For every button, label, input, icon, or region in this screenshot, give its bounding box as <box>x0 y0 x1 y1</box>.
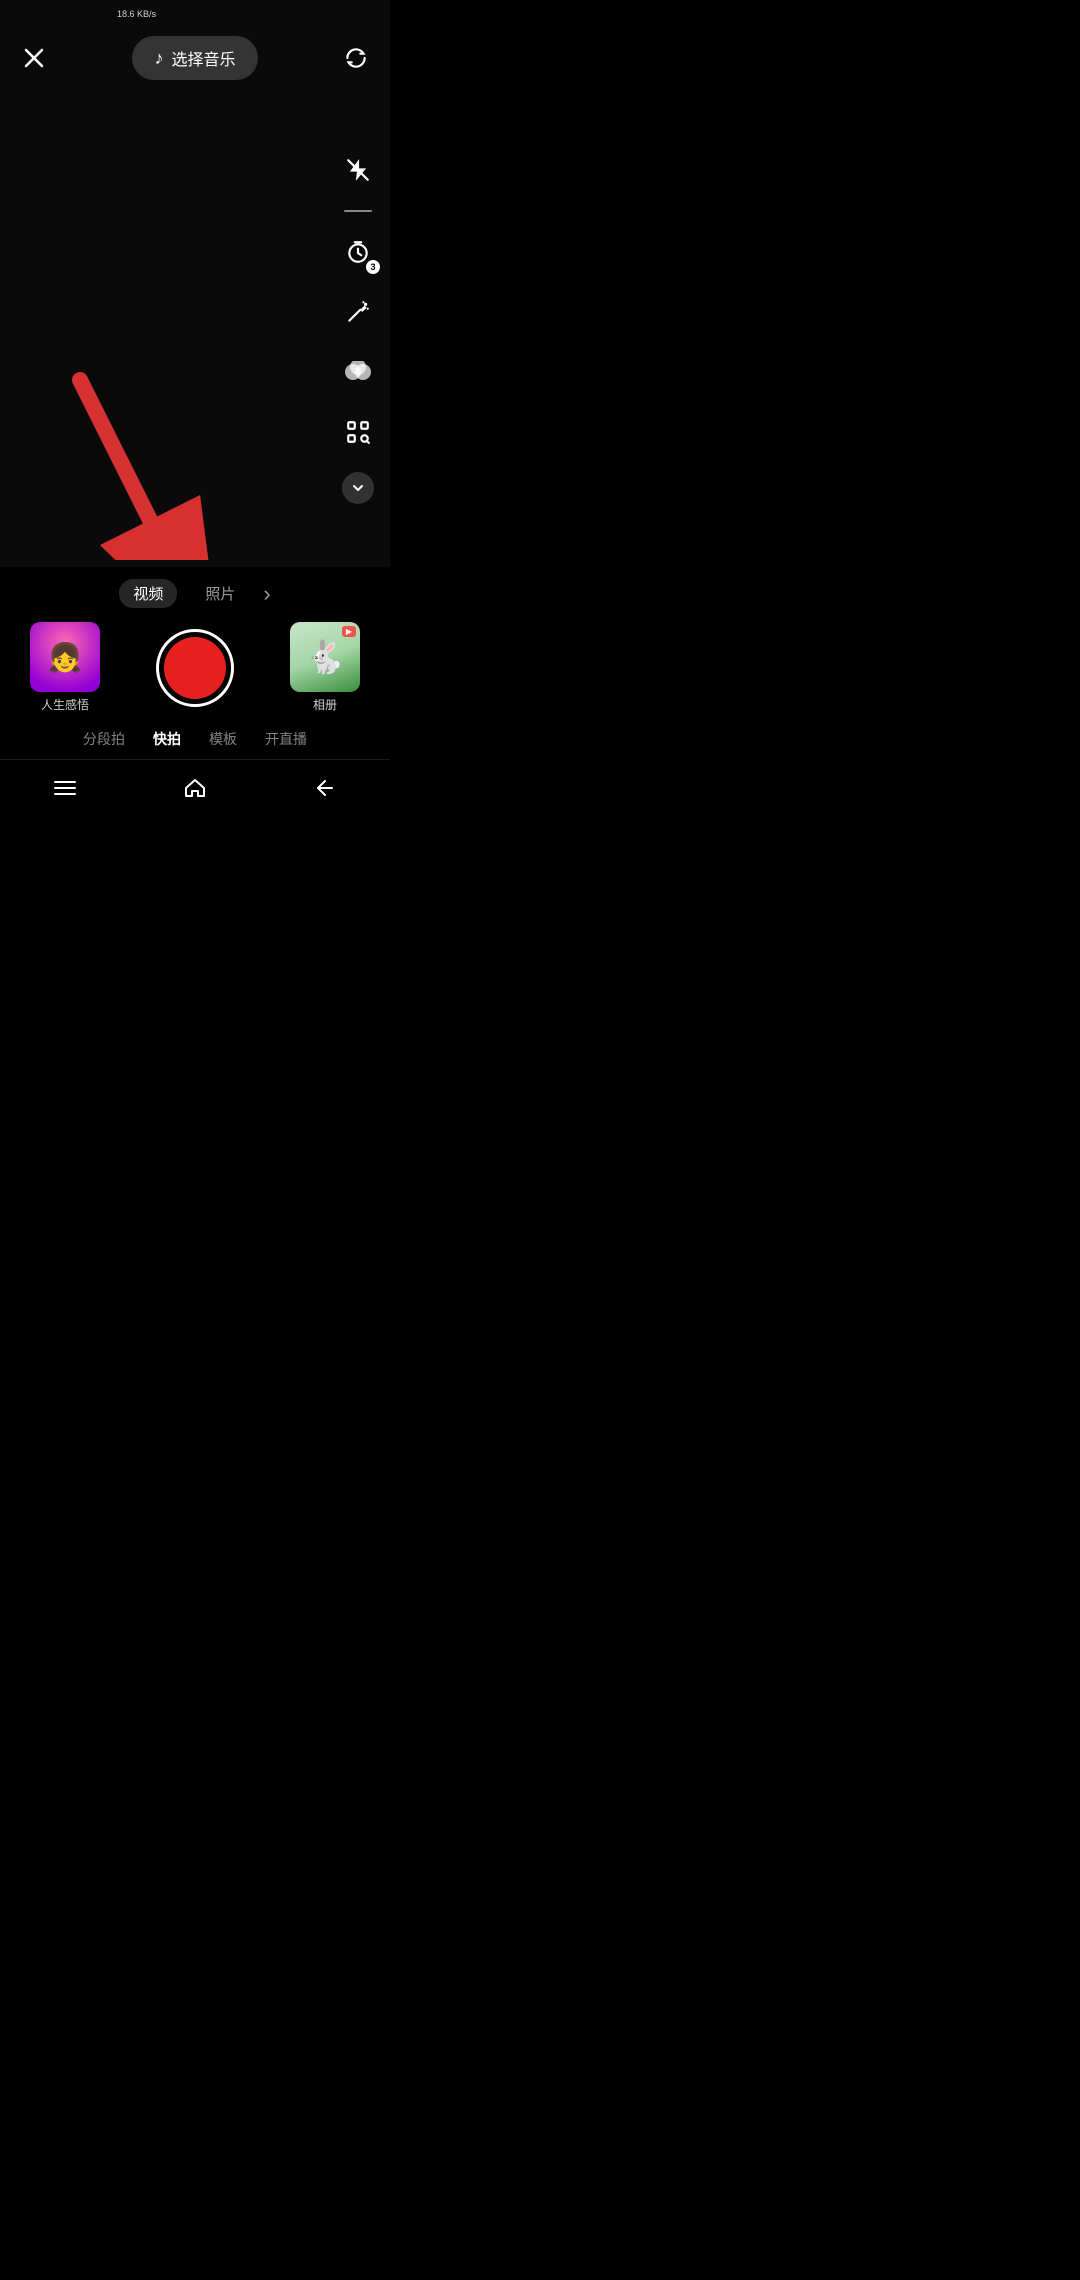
music-button[interactable]: ♪ 选择音乐 <box>132 36 257 80</box>
nav-back-button[interactable] <box>307 770 343 806</box>
sub-modes: 分段拍 快拍 模板 开直播 <box>0 723 390 759</box>
close-button[interactable] <box>16 40 52 76</box>
beauty-button[interactable] <box>338 292 378 332</box>
sidebar-divider <box>344 210 372 212</box>
tab-photo[interactable]: 照片 <box>197 579 243 608</box>
gallery-label: 人生感悟 <box>41 696 89 713</box>
album-container: 🐇 ▶ 相册 <box>290 622 360 713</box>
submode-template[interactable]: 模板 <box>209 729 237 749</box>
album-image: 🐇 ▶ <box>290 622 360 692</box>
bottom-area: 视频 照片 › 👧 人生感悟 🐇 ▶ <box>0 567 390 820</box>
speed-display: 18.6 KB/s <box>117 9 156 19</box>
gallery-container: 👧 人生感悟 <box>30 622 100 713</box>
refresh-button[interactable] <box>338 40 374 76</box>
nav-home-button[interactable] <box>177 770 213 806</box>
mode-tabs: 视频 照片 › <box>0 567 390 614</box>
record-button[interactable] <box>156 629 234 707</box>
filters-button[interactable] <box>338 352 378 392</box>
nav-bar <box>0 759 390 820</box>
album-play-badge: ▶ <box>342 626 356 637</box>
tab-video[interactable]: 视频 <box>119 579 177 608</box>
header: ♪ 选择音乐 <box>0 28 390 88</box>
gallery-thumbnail[interactable]: 👧 <box>30 622 100 692</box>
tab-more[interactable]: › <box>263 581 270 607</box>
arrow-annotation <box>50 360 250 565</box>
flash-button[interactable] <box>338 150 378 190</box>
record-button-inner <box>164 637 226 699</box>
gallery-image: 👧 <box>30 622 100 692</box>
right-sidebar: 3 <box>338 150 378 504</box>
controls-row: 👧 人生感悟 🐇 ▶ 相册 <box>0 614 390 723</box>
music-button-label: 选择音乐 <box>171 46 235 70</box>
nav-menu-button[interactable] <box>47 770 83 806</box>
submode-live[interactable]: 开直播 <box>265 729 307 749</box>
album-label: 相册 <box>313 696 337 713</box>
timer-button[interactable]: 3 <box>338 232 378 272</box>
music-note-icon: ♪ <box>154 48 163 69</box>
submode-segment[interactable]: 分段拍 <box>83 729 125 749</box>
album-thumbnail[interactable]: 🐇 ▶ <box>290 622 360 692</box>
expand-button[interactable] <box>342 472 374 504</box>
rabbit-emoji: 🐇 <box>305 638 345 676</box>
submode-quick[interactable]: 快拍 <box>153 729 181 749</box>
scan-button[interactable] <box>338 412 378 452</box>
timer-badge: 3 <box>366 260 380 274</box>
